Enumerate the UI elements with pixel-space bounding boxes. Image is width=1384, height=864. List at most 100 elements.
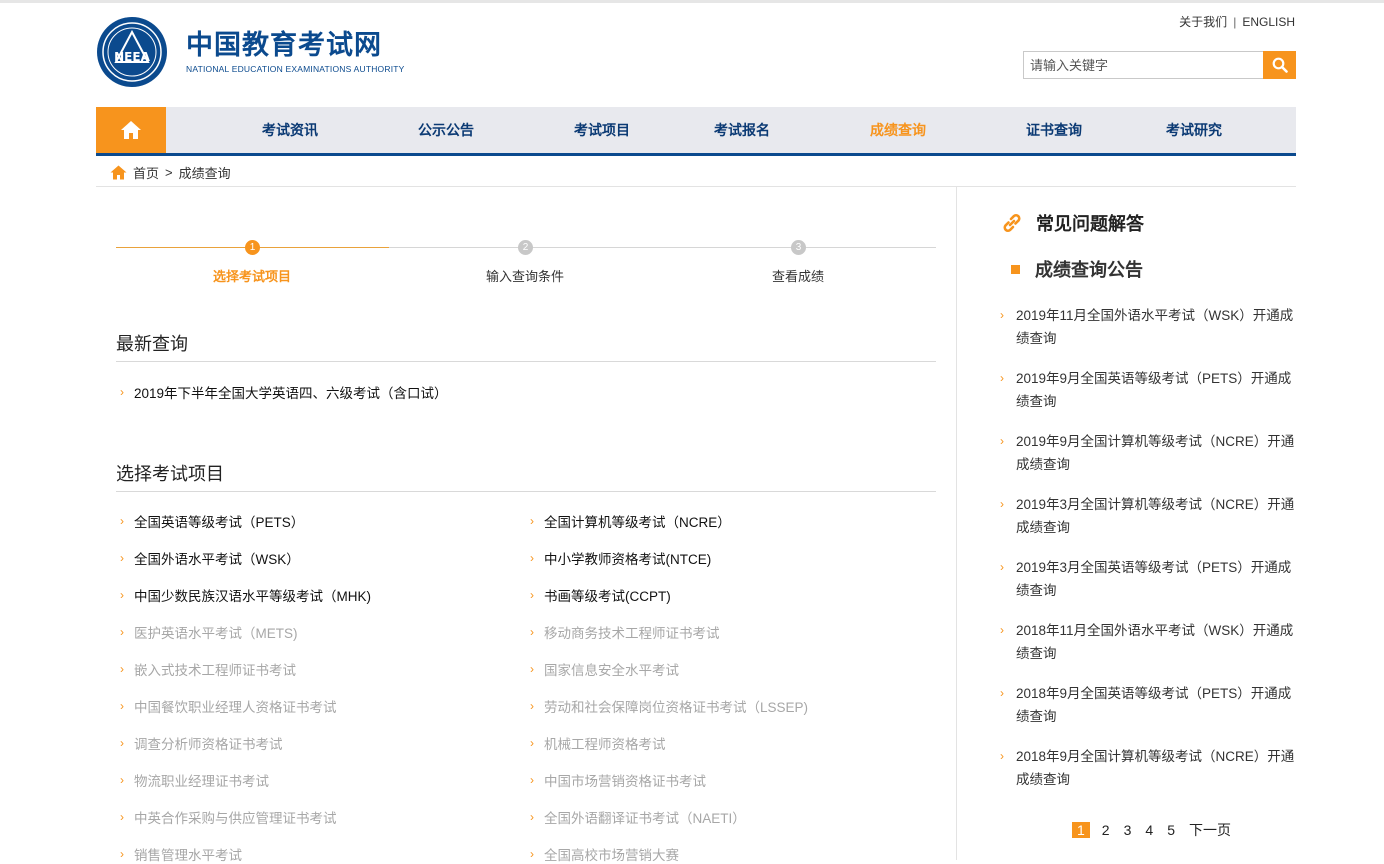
exam-project-item[interactable]: › 劳动和社会保障岗位资格证书考试（LSSEP) xyxy=(530,696,808,716)
square-bullet-icon xyxy=(1011,264,1020,274)
chevron-right-icon: › xyxy=(530,662,534,676)
exam-project-item[interactable]: › 全国外语翻译证书考试（NAETI） xyxy=(530,807,746,827)
step-1-marker: 1 xyxy=(245,240,260,255)
nav-item-exam-projects[interactable]: 考试项目 xyxy=(574,107,630,153)
projects-section-title: 选择考试项目 xyxy=(116,464,224,484)
exam-project-item[interactable]: › 中小学教师资格考试(NTCE) xyxy=(530,548,711,568)
exam-project-label: 全国英语等级考试（PETS） xyxy=(134,515,305,530)
announcement-item[interactable]: › 2019年9月全国计算机等级考试（NCRE）开通成绩查询 xyxy=(1000,430,1296,476)
breadcrumb: 首页 > 成绩查询 xyxy=(110,161,231,183)
exam-project-label: 中国少数民族汉语水平等级考试（MHK) xyxy=(134,589,371,604)
exam-project-item[interactable]: › 医护英语水平考试（METS) xyxy=(120,622,298,642)
page-4[interactable]: 4 xyxy=(1143,822,1155,838)
exam-project-label: 全国计算机等级考试（NCRE） xyxy=(544,515,731,530)
announcement-item[interactable]: › 2019年3月全国英语等级考试（PETS）开通成绩查询 xyxy=(1000,556,1296,602)
exam-project-item[interactable]: › 书画等级考试(CCPT) xyxy=(530,585,671,605)
chevron-right-icon: › xyxy=(530,699,534,713)
exam-project-item[interactable]: › 中国市场营销资格证书考试 xyxy=(530,770,706,790)
announcement-item[interactable]: › 2018年9月全国英语等级考试（PETS）开通成绩查询 xyxy=(1000,682,1296,728)
exam-project-label: 机械工程师资格考试 xyxy=(544,737,666,752)
chevron-right-icon: › xyxy=(1000,560,1004,574)
top-links: 关于我们 | ENGLISH xyxy=(1179,13,1295,30)
step-3-label: 查看成绩 xyxy=(771,269,825,284)
nav-item-exam-research[interactable]: 考试研究 xyxy=(1166,107,1222,153)
nav-item-registration[interactable]: 考试报名 xyxy=(714,107,770,153)
nav-item-exam-news[interactable]: 考试资讯 xyxy=(262,107,318,153)
site-logo[interactable]: NEEA 中国教育考试网 NATIONAL EDUCATION EXAMINAT… xyxy=(96,16,405,88)
english-link[interactable]: ENGLISH xyxy=(1242,15,1295,29)
exam-project-item[interactable]: › 调查分析师资格证书考试 xyxy=(120,733,283,753)
nav-home-button[interactable] xyxy=(96,107,166,153)
exam-project-label: 移动商务技术工程师证书考试 xyxy=(544,626,720,641)
chevron-right-icon: › xyxy=(1000,749,1004,763)
announcement-label: 2019年3月全国计算机等级考试（NCRE）开通成绩查询 xyxy=(1016,497,1295,535)
exam-project-label: 全国高校市场营销大赛 xyxy=(544,848,679,863)
exam-project-item[interactable]: › 全国计算机等级考试（NCRE） xyxy=(530,511,731,531)
exam-project-label: 物流职业经理证书考试 xyxy=(134,774,269,789)
exam-project-label: 书画等级考试(CCPT) xyxy=(544,589,671,604)
chevron-right-icon: › xyxy=(120,514,124,528)
pagination: 1 2 3 4 5 下一页 xyxy=(1072,820,1243,840)
exam-project-label: 中小学教师资格考试(NTCE) xyxy=(544,552,712,567)
nav-item-certificate-query[interactable]: 证书查询 xyxy=(1026,107,1082,153)
exam-project-item[interactable]: › 中国餐饮职业经理人资格证书考试 xyxy=(120,696,337,716)
next-page-button[interactable]: 下一页 xyxy=(1187,820,1233,840)
chevron-right-icon: › xyxy=(120,699,124,713)
exam-project-item[interactable]: › 销售管理水平考试 xyxy=(120,844,242,864)
exam-project-label: 全国外语翻译证书考试（NAETI） xyxy=(544,811,746,826)
page-3[interactable]: 3 xyxy=(1122,822,1134,838)
exam-project-item[interactable]: › 全国英语等级考试（PETS） xyxy=(120,511,304,531)
exam-project-item[interactable]: › 全国外语水平考试（WSK） xyxy=(120,548,300,568)
chevron-right-icon: › xyxy=(530,810,534,824)
announcement-item[interactable]: › 2019年3月全国计算机等级考试（NCRE）开通成绩查询 xyxy=(1000,493,1296,539)
page-5[interactable]: 5 xyxy=(1165,822,1177,838)
home-icon xyxy=(110,165,127,179)
exam-project-item[interactable]: › 物流职业经理证书考试 xyxy=(120,770,269,790)
top-links-divider: | xyxy=(1233,15,1237,29)
search-button[interactable] xyxy=(1263,51,1296,79)
exam-project-label: 嵌入式技术工程师证书考试 xyxy=(134,663,296,678)
exam-project-item[interactable]: › 中英合作采购与供应管理证书考试 xyxy=(120,807,337,827)
announcement-label: 2018年9月全国计算机等级考试（NCRE）开通成绩查询 xyxy=(1016,749,1295,787)
breadcrumb-home[interactable]: 首页 xyxy=(133,163,159,182)
logo-title: 中国教育考试网 xyxy=(186,30,382,61)
exam-project-item[interactable]: › 国家信息安全水平考试 xyxy=(530,659,679,679)
chevron-right-icon: › xyxy=(530,514,534,528)
faq-title: 常见问题解答 xyxy=(1036,214,1144,234)
chevron-right-icon: › xyxy=(1000,371,1004,385)
exam-project-item[interactable]: › 嵌入式技术工程师证书考试 xyxy=(120,659,296,679)
announcement-label: 2018年11月全国外语水平考试（WSK）开通成绩查询 xyxy=(1016,623,1294,661)
page-1[interactable]: 1 xyxy=(1072,822,1090,838)
chevron-right-icon: › xyxy=(120,625,124,639)
exam-project-item[interactable]: › 机械工程师资格考试 xyxy=(530,733,666,753)
exam-project-item[interactable]: › 全国高校市场营销大赛 xyxy=(530,844,679,864)
chevron-right-icon: › xyxy=(120,662,124,676)
faq-heading[interactable]: 常见问题解答 xyxy=(1000,210,1144,236)
announcement-item[interactable]: › 2018年9月全国计算机等级考试（NCRE）开通成绩查询 xyxy=(1000,745,1296,791)
exam-project-label: 中国市场营销资格证书考试 xyxy=(544,774,706,789)
exam-project-item[interactable]: › 中国少数民族汉语水平等级考试（MHK) xyxy=(120,585,371,605)
nav-item-announcements[interactable]: 公示公告 xyxy=(418,107,474,153)
announce-title: 成绩查询公告 xyxy=(1035,260,1143,280)
search-input[interactable] xyxy=(1023,51,1263,79)
chevron-right-icon: › xyxy=(120,551,124,565)
about-link[interactable]: 关于我们 xyxy=(1179,15,1227,29)
breadcrumb-divider xyxy=(96,186,1296,187)
nav-item-score-query[interactable]: 成绩查询 xyxy=(870,107,926,153)
chevron-right-icon: › xyxy=(120,588,124,602)
chevron-right-icon: › xyxy=(120,847,124,861)
announcement-item[interactable]: › 2019年9月全国英语等级考试（PETS）开通成绩查询 xyxy=(1000,367,1296,413)
column-divider xyxy=(956,187,957,860)
exam-project-item[interactable]: › 移动商务技术工程师证书考试 xyxy=(530,622,720,642)
announcement-item[interactable]: › 2019年11月全国外语水平考试（WSK）开通成绩查询 xyxy=(1000,304,1296,350)
chevron-right-icon: › xyxy=(120,810,124,824)
chevron-right-icon: › xyxy=(120,736,124,750)
chevron-right-icon: › xyxy=(1000,623,1004,637)
page-2[interactable]: 2 xyxy=(1100,822,1112,838)
breadcrumb-separator: > xyxy=(165,164,173,180)
latest-item-label: 2019年下半年全国大学英语四、六级考试（含口试） xyxy=(134,386,448,401)
latest-item[interactable]: › 2019年下半年全国大学英语四、六级考试（含口试） xyxy=(120,382,448,402)
announcement-item[interactable]: › 2018年11月全国外语水平考试（WSK）开通成绩查询 xyxy=(1000,619,1296,665)
chevron-right-icon: › xyxy=(530,847,534,861)
chevron-right-icon: › xyxy=(530,588,534,602)
